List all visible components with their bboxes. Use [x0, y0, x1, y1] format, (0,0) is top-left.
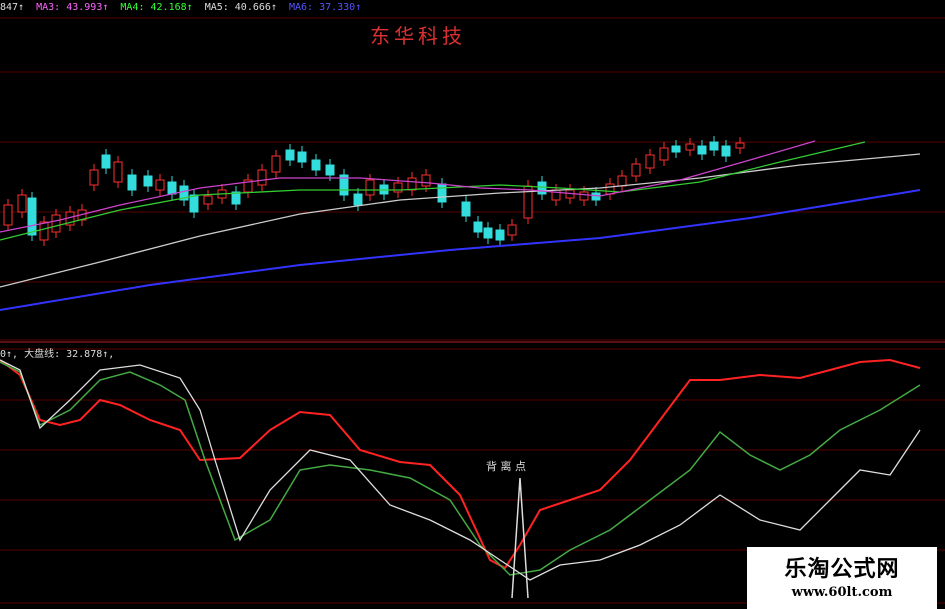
- candle-body: [51, 214, 61, 233]
- candle-body: [721, 145, 731, 157]
- candle-body: [297, 151, 307, 163]
- candle-body: [365, 179, 375, 196]
- candle-body: [461, 201, 471, 217]
- candle-body: [685, 143, 695, 151]
- candle-body: [143, 175, 153, 187]
- candle-body: [113, 161, 123, 183]
- candle-body: [257, 169, 267, 186]
- ma4-line: [0, 141, 866, 241]
- candle-body: [155, 179, 165, 191]
- legend-item-ma3: MA3: 43.993↑: [36, 2, 109, 13]
- watermark: 乐淘公式网 www.60lt.com: [747, 547, 937, 609]
- candle-body: [473, 221, 483, 233]
- candle-body: [437, 183, 447, 203]
- moving-average-lines: [0, 140, 921, 311]
- candle-body: [17, 194, 27, 213]
- watermark-title: 乐淘公式网: [784, 557, 900, 582]
- candle-body: [39, 221, 49, 241]
- candle-body: [167, 181, 177, 195]
- candle-body: [189, 194, 199, 213]
- ma5-line: [0, 153, 921, 288]
- candle-body: [203, 195, 213, 205]
- market-line: [0, 361, 921, 576]
- candle-body: [271, 155, 281, 173]
- candle-body: [709, 141, 719, 151]
- candle-body: [697, 145, 707, 155]
- candle-body: [495, 229, 505, 241]
- candle-body: [127, 174, 137, 191]
- legend-item-ma5: MA5: 40.666↑: [204, 2, 277, 13]
- divergence-label: 背 离 点: [486, 460, 526, 473]
- candle-body: [645, 154, 655, 169]
- candle-body: [483, 227, 493, 239]
- legend-item: 847↑: [0, 2, 25, 13]
- stock-name: 东华科技: [370, 24, 466, 48]
- candle-body: [353, 193, 363, 206]
- candle-body: [285, 149, 295, 161]
- legend-item-ma4: MA4: 42.168↑: [120, 2, 193, 13]
- candle-body: [507, 224, 517, 236]
- candle-body: [89, 169, 99, 186]
- main-force-line: [0, 358, 921, 570]
- candle-body: [631, 163, 641, 177]
- candle-body: [325, 164, 335, 176]
- indicator-legend: 0↑, 大盘线: 32.878↑,: [0, 349, 115, 360]
- candle-body: [617, 175, 627, 187]
- candle-body: [735, 142, 745, 149]
- candle-body: [421, 174, 431, 187]
- main-legend: 847↑ MA3: 43.993↑ MA4: 42.168↑ MA5: 40.6…: [0, 2, 367, 16]
- stock-chart[interactable]: [0, 0, 945, 609]
- ma6-line: [0, 189, 921, 311]
- candle-body: [671, 145, 681, 153]
- grid-lines: [0, 17, 945, 604]
- candle-body: [101, 154, 111, 169]
- candle-body: [407, 177, 417, 191]
- candle-body: [523, 185, 533, 219]
- candle-body: [659, 147, 669, 161]
- candle-body: [311, 159, 321, 171]
- divergence-spike: [511, 477, 529, 599]
- candle-body: [579, 191, 589, 201]
- watermark-url: www.60lt.com: [791, 585, 893, 600]
- legend-item-ma6: MA6: 37.330↑: [288, 2, 362, 13]
- candle-body: [27, 197, 37, 236]
- candle-body: [3, 204, 13, 226]
- candle-body: [537, 181, 547, 195]
- candle-body: [605, 183, 615, 195]
